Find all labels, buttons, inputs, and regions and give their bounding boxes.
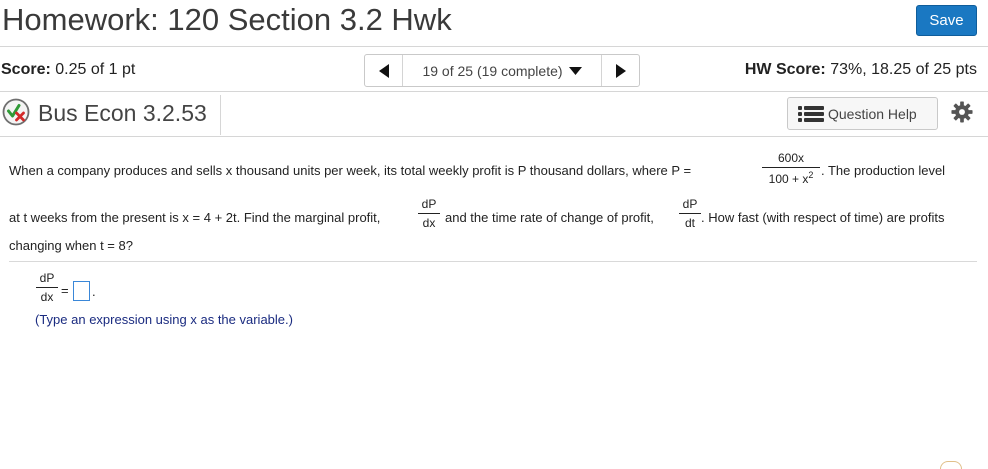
question-position-text: 19 of 25 (19 complete) <box>422 62 563 79</box>
arrow-right-icon <box>615 63 626 78</box>
fraction-bar <box>36 287 58 288</box>
rate-of-change-fraction: dP dt <box>679 197 701 230</box>
fraction-denominator: dt <box>684 216 695 230</box>
profit-denominator-base: 100 + x <box>768 172 809 186</box>
profit-fraction: 600x 100 + x2 <box>762 151 820 186</box>
page-title: Homework: 120 Section 3.2 Hwk <box>2 2 452 37</box>
question-text-line1a: When a company produces and sells x thou… <box>9 163 692 178</box>
answer-hint: (Type an expression using x as the varia… <box>35 312 293 327</box>
marginal-profit-fraction: dP dx <box>418 197 440 230</box>
answer-input[interactable] <box>73 281 90 301</box>
divider <box>0 136 988 137</box>
fraction-numerator: dP <box>421 197 437 211</box>
corner-widget <box>940 461 962 469</box>
fraction-numerator: dP <box>39 271 55 285</box>
question-navigator: 19 of 25 (19 complete) <box>364 54 640 87</box>
divider <box>220 95 221 135</box>
next-question-button[interactable] <box>602 55 639 86</box>
question-text-line3: changing when t = 8? <box>9 238 133 253</box>
question-text-line2c: . How fast (with respect of time) are pr… <box>701 210 945 225</box>
fraction-numerator: dP <box>682 197 698 211</box>
fraction-bar <box>679 213 701 214</box>
answer-period: . <box>92 284 96 299</box>
answer-lhs-fraction: dP dx <box>36 271 58 304</box>
fraction-bar <box>762 167 820 168</box>
score-label: Score: <box>1 61 51 78</box>
divider <box>9 261 977 262</box>
equals-sign: = <box>61 283 69 298</box>
profit-numerator: 600x <box>777 151 805 165</box>
question-text-line2b: and the time rate of change of profit, <box>445 210 654 225</box>
question-text-line1b: . The production level <box>821 163 946 178</box>
profit-denominator: 100 + x2 <box>762 170 820 186</box>
question-list-dropdown[interactable]: 19 of 25 (19 complete) <box>402 55 602 86</box>
hw-score-label: HW Score: <box>744 61 826 78</box>
caret-down-icon <box>568 66 582 75</box>
divider <box>0 91 988 92</box>
question-text-line2a: at t weeks from the present is x = 4 + 2… <box>9 210 381 225</box>
question-help-button[interactable]: Question Help <box>787 97 938 130</box>
partial-correct-icon <box>2 98 30 126</box>
score: Score: 0.25 of 1 pt <box>1 61 135 79</box>
previous-question-button[interactable] <box>365 55 402 86</box>
question-help-label: Question Help <box>828 105 917 122</box>
arrow-left-icon <box>378 63 389 78</box>
problem-name: Bus Econ 3.2.53 <box>38 100 207 126</box>
fraction-denominator: dx <box>422 216 436 230</box>
divider <box>0 46 988 47</box>
hw-score-value: 73%, 18.25 of 25 pts <box>830 61 977 78</box>
save-button[interactable]: Save <box>916 5 977 36</box>
score-value: 0.25 of 1 pt <box>55 61 136 78</box>
gear-icon[interactable] <box>951 101 973 123</box>
fraction-bar <box>418 213 440 214</box>
list-icon <box>798 105 824 122</box>
fraction-denominator: dx <box>40 290 54 304</box>
profit-denominator-exponent: 2 <box>808 170 814 180</box>
hw-score: HW Score: 73%, 18.25 of 25 pts <box>745 61 977 79</box>
